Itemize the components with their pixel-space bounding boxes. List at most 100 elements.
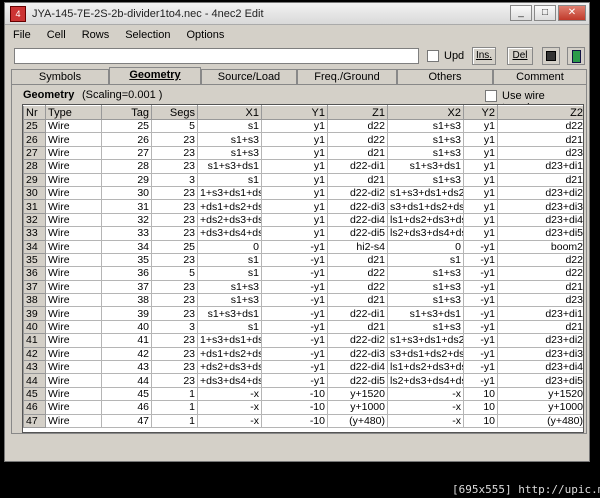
cell-type[interactable]: Wire: [45, 386, 102, 402]
cell-x2[interactable]: s3+ds1+ds2+ds3: [387, 346, 464, 362]
cell-x2[interactable]: s1+s3: [387, 293, 464, 308]
cell-z1[interactable]: y+1520: [327, 386, 388, 402]
cell-nr[interactable]: 37: [23, 279, 46, 295]
cell-nr[interactable]: 30: [23, 185, 46, 201]
cell-segs[interactable]: 23: [151, 212, 198, 228]
col-header-y1[interactable]: Y1: [261, 105, 328, 120]
table-row[interactable]: 37 Wire 37 23 s1+s3 -y1 d22 s1+s3 -y1 d21: [23, 279, 583, 295]
cell-tag[interactable]: 36: [101, 266, 152, 281]
cell-z1[interactable]: d22-di4: [327, 360, 388, 375]
table-row[interactable]: 30Wire30231+s3+ds1+ds2y1d22-di2s1+s3+ds1…: [23, 185, 583, 201]
cell-y2[interactable]: y1: [463, 145, 498, 161]
cell-x2[interactable]: s1+s3: [387, 145, 464, 161]
cell-tag[interactable]: 33: [101, 226, 152, 241]
cell-type[interactable]: Wire: [45, 293, 102, 308]
menu-selection[interactable]: Selection: [117, 29, 178, 41]
cell-z2[interactable]: d23+di2: [497, 185, 583, 201]
cell-nr[interactable]: 35: [23, 252, 46, 268]
cell-y2[interactable]: y1: [463, 199, 498, 214]
cell-segs[interactable]: 23: [151, 159, 198, 174]
cell-x1[interactable]: s1+s3: [197, 132, 262, 147]
cell-y2[interactable]: -y1: [463, 306, 498, 321]
cell-tag[interactable]: 29: [101, 172, 152, 187]
cell-z1[interactable]: d22-di1: [327, 306, 388, 321]
cell-segs[interactable]: 23: [151, 132, 198, 147]
cell-x1[interactable]: +ds2+ds3+ds4: [197, 212, 262, 228]
cell-z1[interactable]: d21: [327, 293, 388, 308]
book-icon[interactable]: [567, 47, 585, 65]
cell-tag[interactable]: 30: [101, 185, 152, 201]
cell-type[interactable]: Wire: [45, 118, 102, 134]
cell-tag[interactable]: 38: [101, 293, 152, 308]
cell-z1[interactable]: d22-di4: [327, 212, 388, 228]
cell-x1[interactable]: -x: [197, 413, 262, 428]
cell-segs[interactable]: 1: [151, 413, 198, 428]
table-row[interactable]: 46 Wire 46 1 -x -10 y+1000 -x 10 y+1000: [23, 400, 583, 415]
cell-x2[interactable]: s1+s3: [387, 266, 464, 281]
cell-x1[interactable]: s1: [197, 266, 262, 281]
cell-y2[interactable]: 10: [463, 413, 498, 428]
upd-checkbox[interactable]: [427, 50, 439, 62]
cell-z1[interactable]: d21: [327, 319, 388, 335]
cell-z2[interactable]: d21: [497, 132, 583, 147]
cell-segs[interactable]: 23: [151, 226, 198, 241]
cell-tag[interactable]: 27: [101, 145, 152, 161]
cell-nr[interactable]: 44: [23, 373, 46, 388]
cell-edit-input[interactable]: [14, 48, 419, 64]
cell-nr[interactable]: 28: [23, 159, 46, 174]
table-row[interactable]: 27 Wire 27 23 s1+s3 y1 d21 s1+s3 y1 d23: [23, 145, 583, 161]
cell-x2[interactable]: s1+s3+ds1: [387, 306, 464, 321]
cell-y1[interactable]: -y1: [261, 239, 328, 254]
table-row[interactable]: 45 Wire 45 1 -x -10 y+1520 -x 10 y+1520: [23, 386, 583, 402]
cell-z2[interactable]: d23+di1: [497, 159, 583, 174]
table-row[interactable]: 33Wire3323+ds3+ds4+ds5y1d22-di5ls2+ds3+d…: [23, 226, 583, 241]
cell-y1[interactable]: -y1: [261, 306, 328, 321]
cell-nr[interactable]: 32: [23, 212, 46, 228]
table-row[interactable]: 40 Wire 40 3 s1 -y1 d21 s1+s3 -y1 d21: [23, 319, 583, 335]
table-row[interactable]: 26 Wire 26 23 s1+s3 y1 d22 s1+s3 y1 d21: [23, 132, 583, 147]
cell-segs[interactable]: 1: [151, 400, 198, 415]
cell-type[interactable]: Wire: [45, 145, 102, 161]
cell-y1[interactable]: -y1: [261, 279, 328, 295]
cell-segs[interactable]: 23: [151, 252, 198, 268]
cell-segs[interactable]: 23: [151, 346, 198, 362]
cell-y1[interactable]: y1: [261, 145, 328, 161]
col-header-segs[interactable]: Segs: [151, 105, 198, 120]
cell-z2[interactable]: d22: [497, 118, 583, 134]
cell-nr[interactable]: 42: [23, 346, 46, 362]
cell-type[interactable]: Wire: [45, 172, 102, 187]
cell-y2[interactable]: -y1: [463, 279, 498, 295]
cell-y2[interactable]: 10: [463, 400, 498, 415]
cell-x1[interactable]: +ds3+ds4+ds5: [197, 226, 262, 241]
cell-type[interactable]: Wire: [45, 306, 102, 321]
cell-type[interactable]: Wire: [45, 252, 102, 268]
cell-tag[interactable]: 45: [101, 386, 152, 402]
cell-y1[interactable]: y1: [261, 132, 328, 147]
cell-y1[interactable]: -y1: [261, 373, 328, 388]
cell-y1[interactable]: y1: [261, 172, 328, 187]
cell-y2[interactable]: -y1: [463, 333, 498, 348]
cell-z2[interactable]: d23: [497, 145, 583, 161]
cell-z2[interactable]: d23+di4: [497, 212, 583, 228]
cell-z1[interactable]: d22-di2: [327, 185, 388, 201]
cell-nr[interactable]: 41: [23, 333, 46, 348]
table-row[interactable]: 31Wire3123+ds1+ds2+ds3y1d22-di3s3+ds1+ds…: [23, 199, 583, 214]
cell-segs[interactable]: 23: [151, 279, 198, 295]
close-icon[interactable]: ✕: [558, 5, 586, 21]
cell-tag[interactable]: 47: [101, 413, 152, 428]
col-header-y2[interactable]: Y2: [463, 105, 498, 120]
cell-type[interactable]: Wire: [45, 159, 102, 174]
cell-nr[interactable]: 31: [23, 199, 46, 214]
cell-x2[interactable]: s1+s3: [387, 319, 464, 335]
cell-segs[interactable]: 23: [151, 306, 198, 321]
cell-y1[interactable]: y1: [261, 199, 328, 214]
cell-x1[interactable]: +ds2+ds3+ds4: [197, 360, 262, 375]
cell-type[interactable]: Wire: [45, 319, 102, 335]
cell-tag[interactable]: 43: [101, 360, 152, 375]
table-row[interactable]: 38 Wire 38 23 s1+s3 -y1 d21 s1+s3 -y1 d23: [23, 293, 583, 308]
insert-button[interactable]: Ins.: [472, 47, 496, 65]
cell-x2[interactable]: s1: [387, 252, 464, 268]
col-header-x1[interactable]: X1: [197, 105, 262, 120]
cell-z1[interactable]: d21: [327, 252, 388, 268]
cell-z1[interactable]: d22-di1: [327, 159, 388, 174]
